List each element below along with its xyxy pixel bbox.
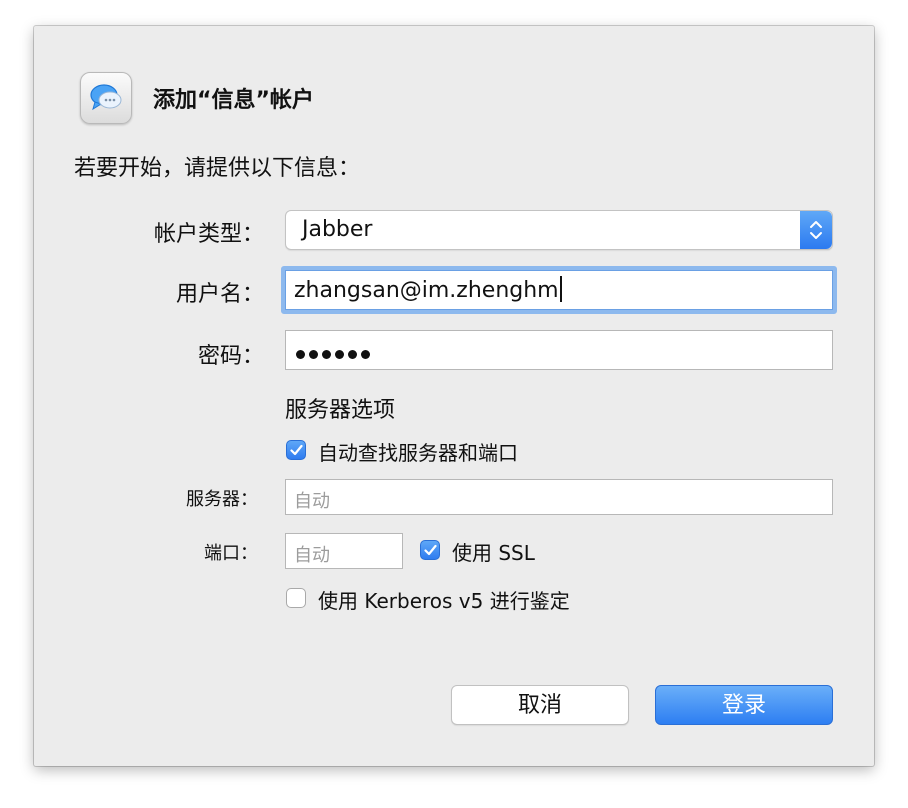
username-field[interactable]: zhangsan@im.zhenghm [281,266,837,314]
password-dot [309,350,318,359]
add-account-dialog: 添加“信息”帐户 若要开始，请提供以下信息： 帐户类型： Jabber 用户名：… [34,26,874,766]
port-placeholder: 自动 [294,545,330,566]
auto-find-label[interactable]: 自动查找服务器和端口 [318,437,518,466]
server-label: 服务器： [186,489,258,510]
port-label: 端口： [204,543,258,564]
password-dot [348,350,357,359]
password-dots [296,344,374,363]
intro-text: 若要开始，请提供以下信息： [74,156,361,181]
account-type-popup[interactable]: Jabber [285,210,833,250]
username-label: 用户名： [175,282,264,307]
text-caret [559,276,562,302]
auto-find-checkbox[interactable] [286,440,306,460]
server-field[interactable]: 自动 [285,479,833,515]
ssl-checkbox[interactable] [420,540,440,560]
ssl-label[interactable]: 使用 SSL [452,537,535,566]
username-value: zhangsan@im.zhenghm [294,278,559,303]
password-field[interactable] [285,330,833,370]
password-label: 密码： [197,344,264,369]
messages-app-icon [80,72,132,124]
account-type-label: 帐户类型： [153,222,264,247]
password-dot [335,350,344,359]
password-dot [361,350,370,359]
kerberos-checkbox[interactable] [286,588,306,608]
port-field[interactable]: 自动 [285,533,403,569]
cancel-button[interactable]: 取消 [451,685,629,725]
server-options-heading: 服务器选项 [285,398,396,423]
up-down-chevron-icon[interactable] [800,211,832,249]
password-dot [296,350,305,359]
server-placeholder: 自动 [294,491,330,512]
dialog-title: 添加“信息”帐户 [153,88,314,113]
checkmark-icon [424,544,437,556]
kerberos-label[interactable]: 使用 Kerberos v5 进行鉴定 [318,585,570,614]
password-dot [322,350,331,359]
account-type-value: Jabber [302,217,373,242]
login-button[interactable]: 登录 [655,685,833,725]
checkmark-icon [290,444,303,456]
username-value-wrap: zhangsan@im.zhenghm [294,276,562,303]
